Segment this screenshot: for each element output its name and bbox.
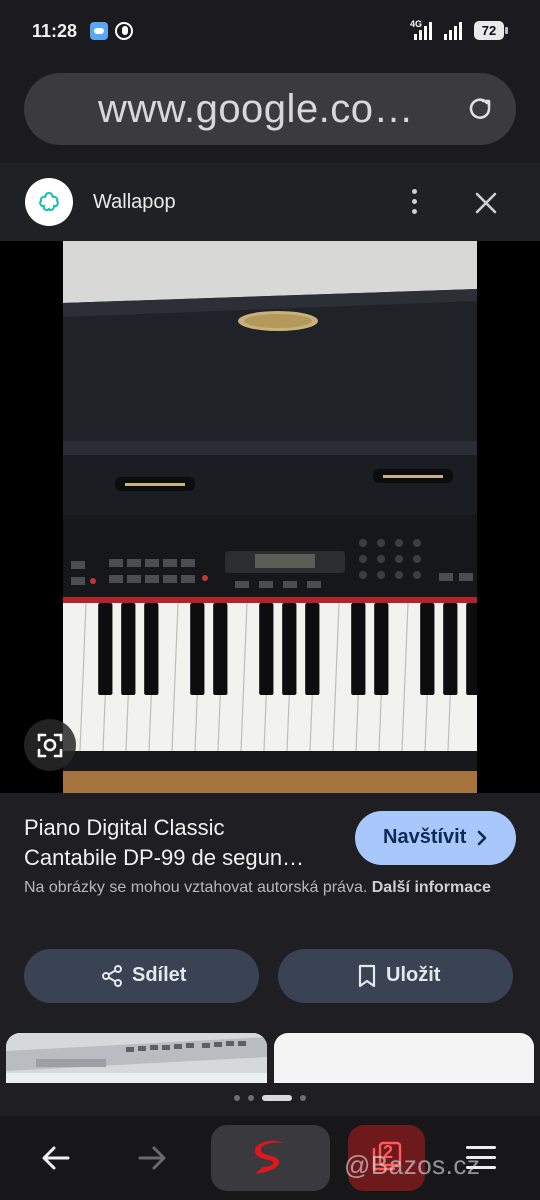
pager-dot — [300, 1095, 306, 1101]
pager-dot — [248, 1095, 254, 1101]
browser-home-button[interactable] — [211, 1125, 330, 1191]
battery-icon: 72 — [474, 21, 508, 40]
url-text[interactable]: www.google.co… — [98, 87, 414, 132]
pager-dot — [234, 1095, 240, 1101]
share-label: Sdílet — [132, 964, 187, 986]
lens-search-button[interactable] — [24, 719, 76, 771]
share-button[interactable]: Sdílet — [24, 949, 259, 1003]
result-details: Piano Digital Classic Cantabile DP-99 de… — [0, 793, 540, 1116]
result-title-line1: Piano Digital Classic — [24, 815, 225, 840]
forward-icon[interactable] — [136, 1144, 168, 1172]
related-thumbnail[interactable] — [6, 1033, 267, 1083]
phone-call-icon — [115, 22, 133, 40]
wallapop-logo[interactable] — [25, 178, 73, 226]
wifi-signal-icon — [444, 22, 462, 40]
watermark: @Bazos.cz — [344, 1150, 481, 1180]
lens-search-icon — [37, 733, 63, 758]
related-keyboard-image — [6, 1033, 267, 1083]
status-time: 11:28 — [32, 21, 78, 41]
source-header: Wallapop — [0, 163, 540, 241]
image-preview-area — [0, 241, 540, 793]
related-thumbnail[interactable] — [274, 1033, 534, 1083]
result-title[interactable]: Piano Digital Classic Cantabile DP-99 de… — [24, 813, 334, 873]
signal-icon — [414, 22, 432, 40]
source-name[interactable]: Wallapop — [93, 191, 176, 214]
visit-label: Navštívit — [383, 826, 467, 848]
chevron-right-icon — [477, 830, 487, 846]
save-button[interactable]: Uložit — [278, 949, 513, 1003]
close-icon[interactable] — [470, 187, 502, 219]
more-info-link[interactable]: Další informace — [372, 879, 491, 896]
status-bar: 11:28 4G 72 — [0, 0, 540, 62]
carousel-pager — [0, 1093, 540, 1105]
result-title-line2: Cantabile DP-99 de segun… — [24, 845, 305, 870]
bookmark-icon — [358, 964, 376, 988]
reload-icon[interactable] — [466, 95, 494, 123]
more-vert-icon[interactable] — [404, 187, 424, 217]
share-icon — [102, 965, 122, 987]
pager-dot-active — [262, 1095, 292, 1101]
back-icon[interactable] — [40, 1144, 72, 1172]
copyright-notice: Na obrázky se mohou vztahovat autorská p… — [24, 875, 494, 900]
wallapop-logo-icon — [39, 191, 59, 211]
address-bar[interactable]: www.google.co… — [24, 73, 516, 145]
weather-app-icon — [90, 22, 108, 40]
visit-button[interactable]: Navštívit — [355, 811, 516, 865]
piano-photo[interactable] — [63, 241, 477, 793]
save-label: Uložit — [386, 964, 441, 986]
copyright-text: Na obrázky se mohou vztahovat autorská p… — [24, 879, 368, 896]
browser-s-icon — [255, 1140, 283, 1174]
